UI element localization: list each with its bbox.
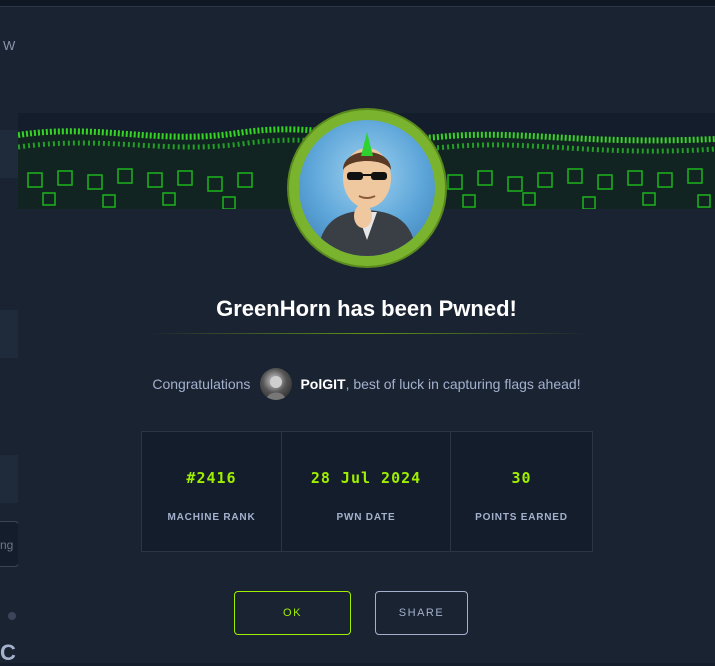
background-row [0, 130, 18, 178]
machine-avatar-image [299, 120, 435, 256]
stat-value: 30 [511, 469, 532, 487]
congrats-prefix: Congratulations [152, 376, 251, 392]
stats-panel: #2416 MACHINE RANK 28 Jul 2024 PWN DATE … [141, 431, 593, 552]
ok-button[interactable]: OK [234, 591, 351, 635]
stat-machine-rank: #2416 MACHINE RANK [142, 432, 282, 551]
congrats-message: Congratulations PolGIT , best of luck in… [18, 368, 715, 400]
machine-avatar [289, 110, 445, 266]
user-avatar[interactable] [260, 368, 293, 400]
background-heading: C [0, 640, 16, 665]
background-topbar [0, 0, 715, 7]
background-input-text: ng [0, 538, 14, 552]
pwned-title: GreenHorn has been Pwned! [216, 296, 517, 321]
background-row [0, 455, 18, 503]
pwned-modal: GreenHorn has been Pwned! Congratulation… [18, 28, 715, 663]
title-divider [148, 333, 588, 334]
background-text: W [3, 38, 16, 53]
user-avatar-image [266, 376, 287, 400]
share-button[interactable]: SHARE [375, 591, 468, 635]
stat-points-earned: 30 POINTS EARNED [451, 432, 592, 551]
stat-pwn-date: 28 Jul 2024 PWN DATE [282, 432, 451, 551]
congrats-suffix: , best of luck in capturing flags ahead! [345, 376, 581, 392]
stat-value: 28 Jul 2024 [310, 469, 422, 487]
stat-label: POINTS EARNED [475, 512, 568, 523]
stat-label: PWN DATE [336, 512, 396, 523]
stat-label: MACHINE RANK [167, 512, 256, 523]
stat-value: #2416 [186, 469, 237, 487]
username-link[interactable]: PolGIT [300, 376, 345, 392]
background-dot [8, 612, 16, 620]
businessman-icon [317, 132, 417, 256]
background-row [0, 310, 18, 358]
